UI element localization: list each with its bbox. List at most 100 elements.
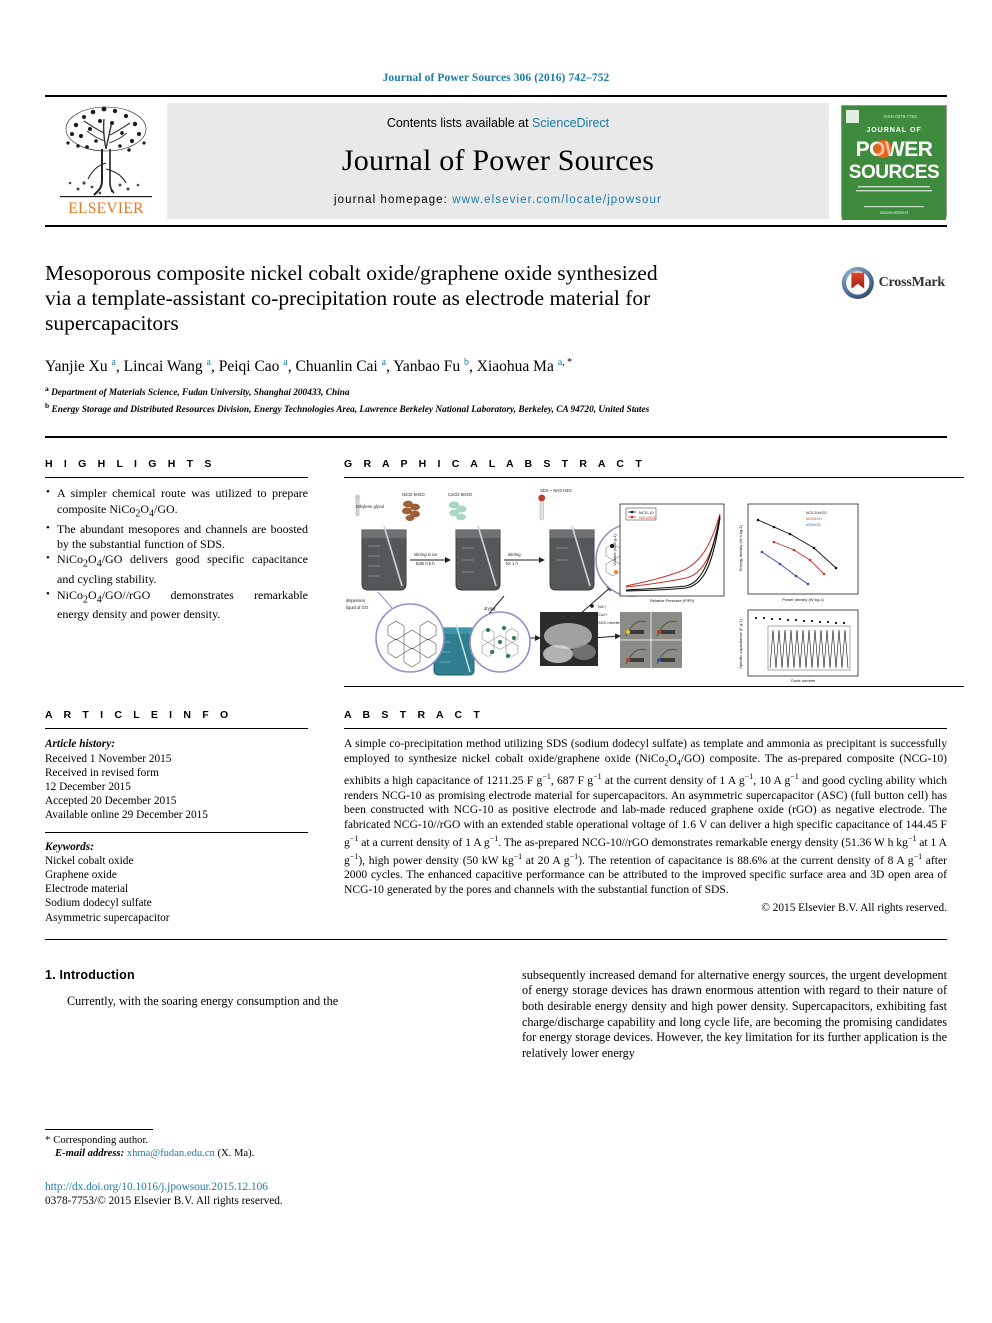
abstract-heading: A B S T R A C T xyxy=(344,709,484,722)
svg-text:dispersion: dispersion xyxy=(346,598,366,603)
author-item: Xiaohua Ma a, * xyxy=(476,357,573,376)
page-title: Mesoporous composite nickel cobalt oxide… xyxy=(45,261,658,335)
abstract-column: A B S T R A C T A simple co-precipitatio… xyxy=(344,709,947,924)
abstract-copyright: © 2015 Elsevier B.V. All rights reserved… xyxy=(761,902,947,915)
highlights-heading: H I G H L I G H T S xyxy=(45,458,216,471)
email-link[interactable]: xhma@fudan.edu.cn xyxy=(127,1148,215,1159)
body-column-right: subsequently increased demand for altern… xyxy=(522,968,947,1208)
article-info-heading: A R T I C L E I N F O xyxy=(45,709,233,722)
author-item: Yanbao Fu b xyxy=(393,357,470,376)
article-info-divider xyxy=(45,831,308,833)
ragone-plot: NCG-10//rGO NCG//rGO rGO//rGO Power dens… xyxy=(738,503,859,602)
intro-paragraph-right: subsequently increased demand for altern… xyxy=(522,967,947,1060)
contents-band: Contents lists available at ScienceDirec… xyxy=(167,103,829,219)
issn-copyright-line: 0378-7753/© 2015 Elsevier B.V. All right… xyxy=(45,1194,283,1207)
body-column-left: 1. Introduction Currently, with the soar… xyxy=(45,968,470,1208)
svg-text:CoCl2·6H2O: CoCl2·6H2O xyxy=(448,492,473,497)
list-item: NiCo2O4/GO//rGO demonstrates remarkable … xyxy=(45,587,308,623)
svg-text:Volume (cm3 g-1): Volume (cm3 g-1) xyxy=(612,534,617,566)
keyword-item: Electrode material xyxy=(45,883,129,896)
history-line: 12 December 2015 xyxy=(45,780,131,793)
email-label: E-mail address: xyxy=(55,1148,125,1160)
highlights-list: A simpler chemical route was utilized to… xyxy=(45,485,308,623)
sem-image xyxy=(540,612,598,667)
history-line: Received 1 November 2015 xyxy=(45,752,172,765)
highlights-column: H I G H L I G H T S A simpler chemical r… xyxy=(45,458,308,687)
cycling-plot: Cycle number Specific capacitance (F g-1… xyxy=(738,609,859,683)
keyword-item: Asymmetric supercapacitor xyxy=(45,911,170,924)
isotherm-plot: NCG-10 NiCo2O4 Relative Pressure (P/P0) … xyxy=(612,503,725,603)
elsevier-tree-icon xyxy=(60,106,152,198)
keyword-item: Graphene oxide xyxy=(45,868,117,881)
keywords-block: Keywords: Nickel cobalt oxide Graphene o… xyxy=(45,840,308,925)
doi-block: http://dx.doi.org/10.1016/j.jpowsour.201… xyxy=(45,1180,470,1208)
body-columns: 1. Introduction Currently, with the soar… xyxy=(45,968,947,1208)
sciencedirect-link[interactable]: ScienceDirect xyxy=(532,116,609,130)
svg-text:stirring: stirring xyxy=(508,552,521,557)
intro-paragraph-left: Currently, with the soaring energy consu… xyxy=(67,993,339,1008)
article-history-label: Article history: xyxy=(45,738,115,751)
journal-masthead: ELSEVIER Contents lists available at Sci… xyxy=(45,95,947,227)
svg-text:NCG-10//rGO: NCG-10//rGO xyxy=(806,511,827,515)
micelle-inset-bottom xyxy=(469,611,531,674)
crossmark-label: CrossMark xyxy=(878,275,946,290)
keyword-item: Sodium dodecyl sulfate xyxy=(45,897,152,910)
svg-text:Ethylene glycol: Ethylene glycol xyxy=(356,504,384,509)
svg-text:SDS + NH3·H2O: SDS + NH3·H2O xyxy=(540,488,573,493)
contents-prefix: Contents lists available at xyxy=(386,116,529,130)
keywords-label: Keywords: xyxy=(45,840,94,853)
section-heading-introduction: 1. Introduction xyxy=(45,967,135,982)
section-divider-bottom xyxy=(45,938,947,940)
svg-text:Energy density (W h kg-1): Energy density (W h kg-1) xyxy=(738,525,743,572)
svg-text:Specific capacitance (F g-1): Specific capacitance (F g-1) xyxy=(738,619,743,669)
section-divider-top xyxy=(45,436,947,439)
footnote-rule xyxy=(45,1128,153,1130)
graphical-abstract-column: G R A P H I C A L A B S T R A C T stirri… xyxy=(344,458,964,688)
svg-text:ISSN 0378-7753: ISSN 0378-7753 xyxy=(883,114,917,119)
svg-text:NCG//rGO: NCG//rGO xyxy=(806,517,822,521)
svg-text:NiCl2·6H2O: NiCl2·6H2O xyxy=(402,492,425,497)
abstract-rule xyxy=(344,728,947,730)
svg-text:for 1 h: for 1 h xyxy=(506,561,519,566)
articleinfo-abstract-row: A R T I C L E I N F O Article history: R… xyxy=(45,709,947,924)
list-item: The abundant mesopores and channels are … xyxy=(45,521,308,553)
svg-text:bath 0.5 h: bath 0.5 h xyxy=(416,561,435,566)
svg-text:Co2+: Co2+ xyxy=(598,612,608,617)
journal-homepage-line: journal homepage: www.elsevier.com/locat… xyxy=(334,194,662,206)
corresponding-label: Corresponding author. xyxy=(53,1134,149,1146)
article-info-column: A R T I C L E I N F O Article history: R… xyxy=(45,709,308,924)
corresponding-author-line: * Corresponding author. xyxy=(45,1134,470,1147)
author-item: Lincai Wang a xyxy=(123,357,211,376)
elsevier-logo: ELSEVIER xyxy=(45,97,167,225)
svg-text:rGO//rGO: rGO//rGO xyxy=(806,523,821,527)
graphical-abstract-bottom-rule xyxy=(344,686,964,688)
contents-available-line: Contents lists available at ScienceDirec… xyxy=(387,116,609,130)
history-line: Received in revised form xyxy=(45,766,159,779)
author-item: Peiqi Cao a xyxy=(218,357,288,376)
running-head: Journal of Power Sources 306 (2016) 742–… xyxy=(382,72,610,84)
homepage-url[interactable]: www.elsevier.com/locate/jpowsour xyxy=(452,194,662,206)
affiliation-a-text: Department of Materials Science, Fudan U… xyxy=(51,388,350,399)
doi-link[interactable]: http://dx.doi.org/10.1016/j.jpowsour.201… xyxy=(45,1180,470,1194)
go-structure-inset xyxy=(375,603,445,674)
crossmark-badge[interactable]: CrossMark xyxy=(841,261,945,305)
journal-cover-art: ISSN 0378-7753 JOURNAL OF POWER POWER SO… xyxy=(842,106,946,220)
affiliation-list: a Department of Materials Science, Fudan… xyxy=(45,383,947,416)
article-info-rule xyxy=(45,728,308,730)
affiliation-a: a Department of Materials Science, Fudan… xyxy=(45,384,350,399)
graphical-abstract-rule xyxy=(344,477,964,479)
svg-text:ScienceDirect: ScienceDirect xyxy=(880,210,909,215)
svg-text:SDS micelle: SDS micelle xyxy=(598,620,621,625)
author-item: Yanjie Xu a xyxy=(45,357,116,376)
svg-text:JOURNAL OF: JOURNAL OF xyxy=(866,127,921,134)
paper-page: Journal of Power Sources 306 (2016) 742–… xyxy=(0,0,992,1323)
footnote-block: * Corresponding author. E-mail address: x… xyxy=(45,1128,470,1208)
svg-text:stirring in ice: stirring in ice xyxy=(414,552,438,557)
svg-text:Power density (W kg-1): Power density (W kg-1) xyxy=(782,597,824,602)
svg-text:SOURCES: SOURCES xyxy=(849,162,939,183)
elsevier-wordmark: ELSEVIER xyxy=(68,200,144,217)
keyword-item: Nickel cobalt oxide xyxy=(45,854,134,867)
highlights-graphical-row: H I G H L I G H T S A simpler chemical r… xyxy=(45,458,964,688)
highlights-rule xyxy=(45,477,308,479)
author-list: Yanjie Xu a, Lincai Wang a, Peiqi Cao a,… xyxy=(45,357,573,376)
